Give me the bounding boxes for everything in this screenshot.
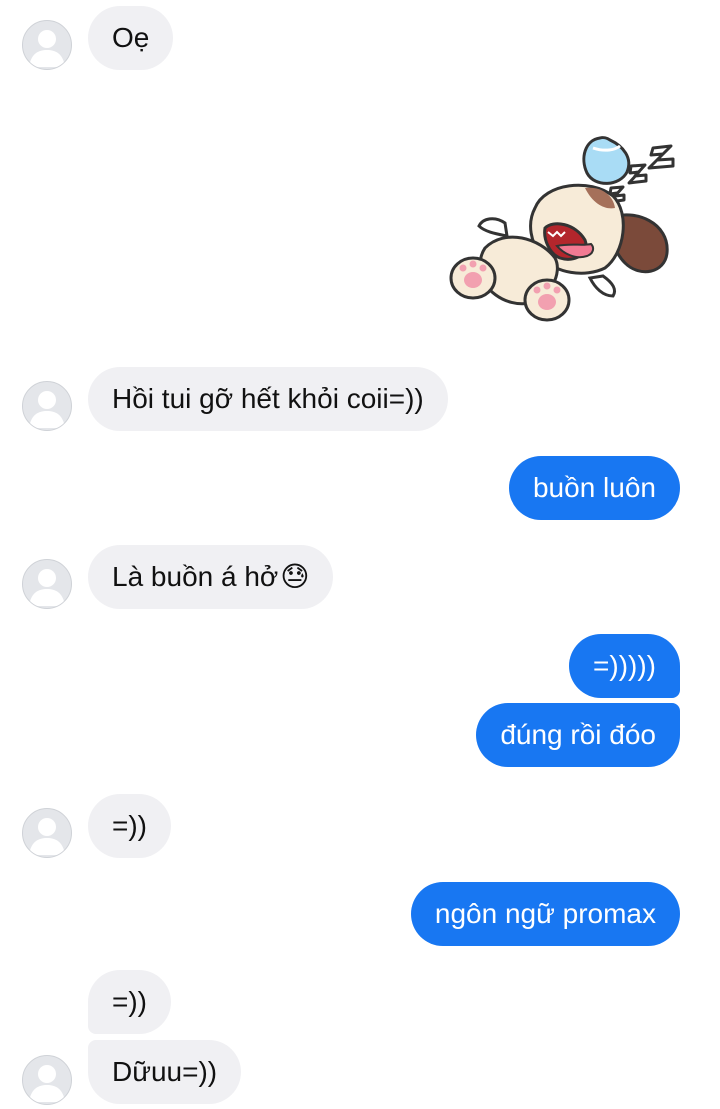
message-bubble-incoming[interactable]: =)) (88, 970, 171, 1034)
paw-icon (523, 278, 571, 322)
message-text: =)) (112, 986, 147, 1017)
default-user-icon (29, 1065, 65, 1102)
default-user-icon (29, 30, 65, 67)
message-text: Hồi tui gỡ hết khỏi coii=)) (112, 383, 424, 414)
message-text: =)) (112, 810, 147, 841)
message-text: Là buồn á hở (112, 561, 279, 592)
message-bubble-outgoing[interactable]: =))))) (569, 634, 680, 698)
message-text: ngôn ngữ promax (434, 898, 656, 929)
default-user-icon (29, 818, 65, 855)
contact-avatar[interactable] (22, 559, 72, 609)
contact-avatar[interactable] (22, 381, 72, 431)
message-bubble-incoming[interactable]: Hồi tui gỡ hết khỏi coii=)) (88, 367, 448, 431)
message-bubble-incoming[interactable]: Là buồn á hở 😓 (88, 545, 334, 609)
message-text: buồn luôn (532, 472, 656, 503)
emoji-downcast-sweat: 😓 (280, 561, 310, 592)
message-text: Dữuu=)) (112, 1056, 218, 1087)
paw-icon (449, 256, 497, 300)
message-bubble-outgoing[interactable]: ngôn ngữ promax (410, 882, 680, 946)
contact-avatar[interactable] (22, 20, 72, 70)
message-bubble-incoming[interactable]: =)) (88, 794, 171, 858)
message-text: Oẹ (112, 22, 150, 53)
message-bubble-outgoing[interactable]: buồn luôn (508, 456, 680, 520)
message-text: =))))) (593, 650, 656, 681)
contact-avatar[interactable] (22, 1055, 72, 1105)
message-text: đúng rồi đóo (500, 719, 656, 750)
default-user-icon (29, 569, 65, 606)
message-bubble-incoming[interactable]: Dữuu=)) (88, 1040, 242, 1104)
sleeping-dog-sticker[interactable] (445, 128, 685, 338)
message-bubble-outgoing[interactable]: đúng rồi đóo (476, 703, 680, 767)
default-user-icon (29, 391, 65, 428)
contact-avatar[interactable] (22, 808, 72, 858)
message-bubble-incoming[interactable]: Oẹ (88, 6, 174, 70)
